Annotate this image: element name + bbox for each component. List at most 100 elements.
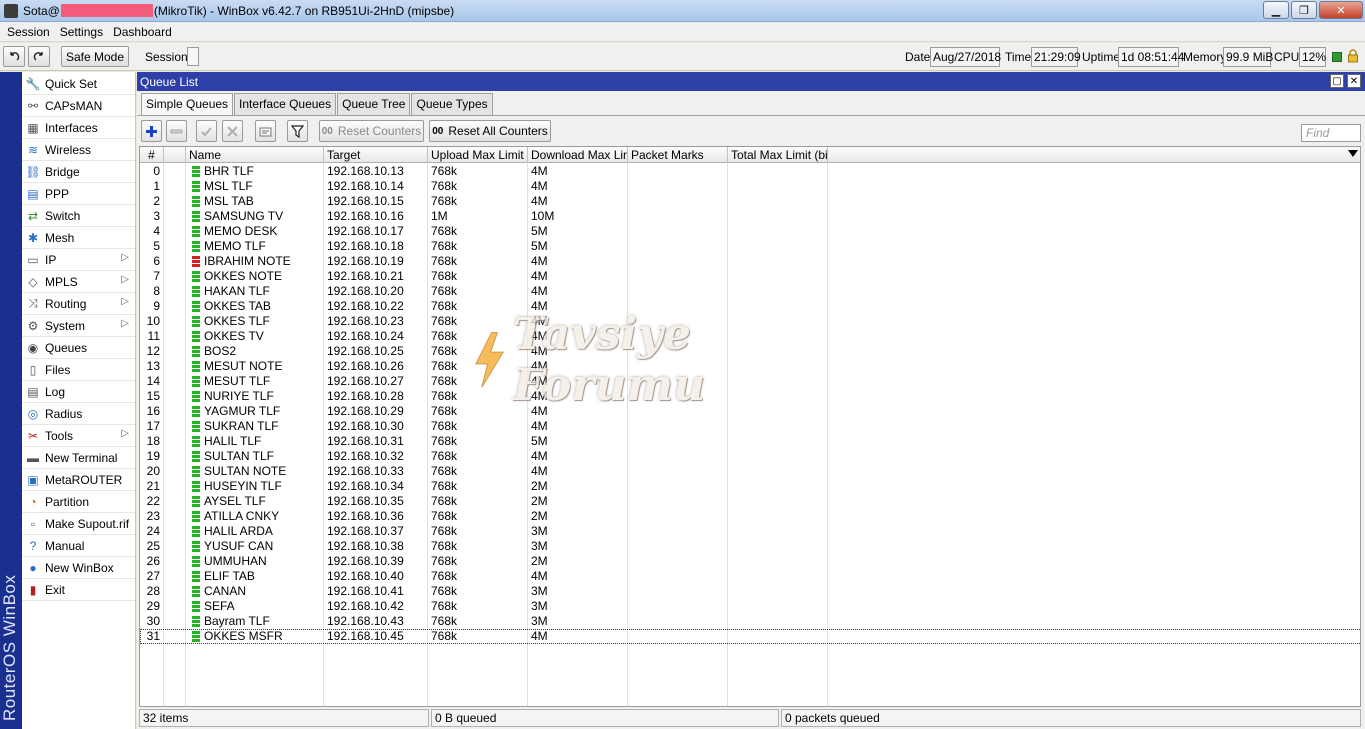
sidebar-item-quick-set[interactable]: 🔧 Quick Set — [22, 73, 135, 95]
add-button[interactable] — [141, 120, 162, 142]
cell-name: HALIL TLF — [204, 434, 262, 448]
sidebar-item-bridge[interactable]: ⛓ Bridge — [22, 161, 135, 183]
restore-window-button[interactable]: ▢ — [1330, 74, 1344, 88]
table-row[interactable]: 20 SULTAN NOTE 192.168.10.33 768k 4M — [140, 464, 1360, 479]
table-row[interactable]: 7 OKKES NOTE 192.168.10.21 768k 4M — [140, 269, 1360, 284]
table-row[interactable]: 24 HALIL ARDA 192.168.10.37 768k 3M — [140, 524, 1360, 539]
col-flags[interactable] — [164, 147, 186, 163]
table-row[interactable]: 22 AYSEL TLF 192.168.10.35 768k 2M — [140, 494, 1360, 509]
sidebar-item-switch[interactable]: ⇄ Switch — [22, 205, 135, 227]
sidebar-item-partition[interactable]: ◔ Partition — [22, 491, 135, 513]
filter-button[interactable] — [287, 120, 308, 142]
table-row[interactable]: 5 MEMO TLF 192.168.10.18 768k 5M — [140, 239, 1360, 254]
menu-session[interactable]: Session — [2, 25, 55, 39]
table-row[interactable]: 17 SUKRAN TLF 192.168.10.30 768k 4M — [140, 419, 1360, 434]
table-row[interactable]: 13 MESUT NOTE 192.168.10.26 768k 4M — [140, 359, 1360, 374]
table-row[interactable]: 12 BOS2 192.168.10.25 768k 4M — [140, 344, 1360, 359]
table-row[interactable]: 0 BHR TLF 192.168.10.13 768k 4M — [140, 164, 1360, 179]
cell-target: 192.168.10.15 — [327, 194, 404, 208]
cell-upload-max-limit: 768k — [431, 224, 458, 238]
tab-queue-types[interactable]: Queue Types — [411, 93, 493, 115]
sidebar-item-radius[interactable]: ◎ Radius — [22, 403, 135, 425]
sidebar-item-mesh[interactable]: ✱ Mesh — [22, 227, 135, 249]
close-button[interactable]: ✕ — [1319, 1, 1363, 19]
redo-button[interactable] — [28, 46, 50, 67]
sidebar-item-ip[interactable]: ▭ IP ▷ — [22, 249, 135, 271]
table-row[interactable]: 28 CANAN 192.168.10.41 768k 3M — [140, 584, 1360, 599]
tab-interface-queues[interactable]: Interface Queues — [234, 93, 337, 115]
table-row[interactable]: 11 OKKES TV 192.168.10.24 768k 4M — [140, 329, 1360, 344]
reset-all-counters-button[interactable]: 00 Reset All Counters — [429, 120, 551, 142]
session-field[interactable] — [187, 47, 199, 66]
table-row[interactable]: 26 UMMUHAN 192.168.10.39 768k 2M — [140, 554, 1360, 569]
undo-button[interactable] — [3, 46, 25, 67]
table-row[interactable]: 25 YUSUF CAN 192.168.10.38 768k 3M — [140, 539, 1360, 554]
sidebar-item-manual[interactable]: ? Manual — [22, 535, 135, 557]
table-row[interactable]: 9 OKKES TAB 192.168.10.22 768k 4M — [140, 299, 1360, 314]
col-packet-marks[interactable]: Packet Marks — [628, 147, 728, 163]
disable-button[interactable] — [222, 120, 243, 142]
table-row[interactable]: 21 HUSEYIN TLF 192.168.10.34 768k 2M — [140, 479, 1360, 494]
table-row[interactable]: 8 HAKAN TLF 192.168.10.20 768k 4M — [140, 284, 1360, 299]
close-window-button[interactable]: ✕ — [1347, 74, 1361, 88]
table-row[interactable]: 30 Bayram TLF 192.168.10.43 768k 3M — [140, 614, 1360, 629]
sidebar-item-system[interactable]: ⚙ System ▷ — [22, 315, 135, 337]
table-row[interactable]: 23 ATILLA CNKY 192.168.10.36 768k 2M — [140, 509, 1360, 524]
sidebar-item-metarouter[interactable]: ▣ MetaROUTER — [22, 469, 135, 491]
table-row[interactable]: 10 OKKES TLF 192.168.10.23 768k 4M — [140, 314, 1360, 329]
table-row[interactable]: 27 ELIF TAB 192.168.10.40 768k 4M — [140, 569, 1360, 584]
quick-set-icon: 🔧 — [25, 76, 41, 91]
table-row[interactable]: 2 MSL TAB 192.168.10.15 768k 4M — [140, 194, 1360, 209]
sidebar-item-label: Manual — [45, 538, 85, 553]
wireless-icon: ≋ — [27, 142, 39, 157]
column-chooser-dropdown-icon[interactable] — [1348, 150, 1358, 157]
table-row[interactable]: 19 SULTAN TLF 192.168.10.32 768k 4M — [140, 449, 1360, 464]
safe-mode-button[interactable]: Safe Mode — [61, 46, 129, 67]
table-row[interactable]: 14 MESUT TLF 192.168.10.27 768k 4M — [140, 374, 1360, 389]
col-total-max-limit[interactable]: Total Max Limit (bi... — [728, 147, 828, 163]
redo-icon — [33, 51, 43, 61]
remove-button[interactable] — [166, 120, 187, 142]
col-name[interactable]: Name — [186, 147, 324, 163]
table-row[interactable]: 29 SEFA 192.168.10.42 768k 3M — [140, 599, 1360, 614]
table-row[interactable]: 1 MSL TLF 192.168.10.14 768k 4M — [140, 179, 1360, 194]
table-row[interactable]: 4 MEMO DESK 192.168.10.17 768k 5M — [140, 224, 1360, 239]
table-row[interactable]: 31 OKKES MSFR 192.168.10.45 768k 4M — [140, 629, 1360, 644]
sidebar-item-new-winbox[interactable]: ● New WinBox — [22, 557, 135, 579]
col-number[interactable]: # — [140, 147, 164, 163]
sidebar-item-exit[interactable]: ▮ Exit — [22, 579, 135, 601]
col-upload-max-limit[interactable]: Upload Max Limit — [428, 147, 528, 163]
sidebar-item-mpls[interactable]: ◇ MPLS ▷ — [22, 271, 135, 293]
sidebar-item-tools[interactable]: ✂ Tools ▷ — [22, 425, 135, 447]
col-download-max-limit[interactable]: Download Max Limit — [528, 147, 628, 163]
table-row[interactable]: 15 NURIYE TLF 192.168.10.28 768k 4M — [140, 389, 1360, 404]
col-target[interactable]: Target — [324, 147, 428, 163]
sidebar-item-interfaces[interactable]: ▦ Interfaces — [22, 117, 135, 139]
sidebar-item-new-terminal[interactable]: ▬ New Terminal — [22, 447, 135, 469]
table-row[interactable]: 3 SAMSUNG TV 192.168.10.16 1M 10M — [140, 209, 1360, 224]
sidebar-item-label: Partition — [45, 494, 90, 509]
sidebar-item-wireless[interactable]: ≋ Wireless — [22, 139, 135, 161]
sidebar-item-queues[interactable]: ◉ Queues — [22, 337, 135, 359]
maximize-button[interactable]: ❐ — [1291, 1, 1317, 19]
menu-dashboard[interactable]: Dashboard — [108, 25, 177, 39]
menu-settings[interactable]: Settings — [55, 25, 108, 39]
sidebar-item-routing[interactable]: ⤨ Routing ▷ — [22, 293, 135, 315]
sidebar-item-ppp[interactable]: ▤ PPP — [22, 183, 135, 205]
table-row[interactable]: 16 YAGMUR TLF 192.168.10.29 768k 4M — [140, 404, 1360, 419]
sidebar-item-log[interactable]: ▤ Log — [22, 381, 135, 403]
reset-counters-button[interactable]: 00 Reset Counters — [319, 120, 424, 142]
enable-button[interactable] — [196, 120, 217, 142]
comment-button[interactable] — [255, 120, 276, 142]
sidebar-item-files[interactable]: ▯ Files — [22, 359, 135, 381]
table-row[interactable]: 18 HALIL TLF 192.168.10.31 768k 5M — [140, 434, 1360, 449]
tab-queue-tree[interactable]: Queue Tree — [337, 93, 411, 115]
find-input[interactable]: Find — [1301, 124, 1361, 142]
tab-simple-queues[interactable]: Simple Queues — [141, 93, 234, 116]
sidebar-item-make-supout-rif[interactable]: ▫ Make Supout.rif — [22, 513, 135, 535]
sidebar-item-capsman[interactable]: ⚯ CAPsMAN — [22, 95, 135, 117]
sidebar-item-label: Interfaces — [45, 120, 98, 135]
table-row[interactable]: 6 IBRAHIM NOTE 192.168.10.19 768k 4M — [140, 254, 1360, 269]
minimize-button[interactable]: ▁ — [1263, 1, 1289, 19]
cell-name: Bayram TLF — [204, 614, 270, 628]
